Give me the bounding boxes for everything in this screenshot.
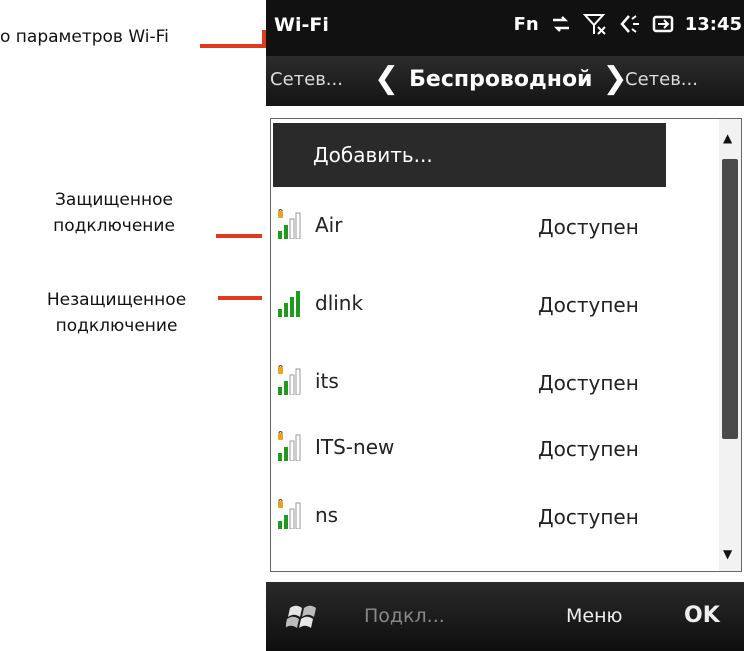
annotation-open-line1: Незащищенное xyxy=(46,290,187,310)
secure-signal-icon xyxy=(278,365,301,395)
nav-next-tab[interactable]: Сетев... xyxy=(625,69,698,90)
scroll-up-arrow-icon[interactable]: ▲ xyxy=(723,131,732,145)
network-row[interactable]: Air Доступен xyxy=(277,207,697,247)
softkey-bar: Подкл... Меню OK xyxy=(266,582,744,651)
status-icons: Fn 13:45 xyxy=(514,12,742,36)
annotation-open-line2: подключение xyxy=(55,316,178,336)
battery-charging-icon[interactable] xyxy=(651,12,675,36)
list-scrollbar[interactable]: ▲ ▼ xyxy=(719,119,741,571)
nav-current-label: Беспроводной xyxy=(409,66,593,92)
chevron-right-icon[interactable]: ❯ xyxy=(602,64,627,94)
network-name: ns xyxy=(315,503,339,527)
network-row[interactable]: its Доступен xyxy=(277,363,697,403)
annotation-open: Незащищенное подключение xyxy=(24,287,209,339)
annotation-pointer-open xyxy=(218,296,262,300)
annotation-pointer-secure xyxy=(216,234,262,238)
nav-prev-tab[interactable]: Сетев... xyxy=(270,69,343,90)
no-signal-icon[interactable] xyxy=(582,12,607,36)
network-row[interactable]: dlink Доступен xyxy=(277,285,697,325)
secure-signal-icon xyxy=(278,499,301,529)
network-list: Добавить... Air Доступен dlink Доступен xyxy=(270,118,742,572)
annotation-secure-line2: подключение xyxy=(53,216,175,236)
ok-button[interactable]: OK xyxy=(684,603,720,628)
scroll-thumb[interactable] xyxy=(722,159,738,439)
network-name: its xyxy=(315,369,339,393)
annotation-secure: Защищенное подключение xyxy=(34,187,194,239)
network-status: Доступен xyxy=(538,215,639,239)
network-row[interactable]: ITS-new Доступен xyxy=(277,429,697,469)
secure-signal-icon xyxy=(278,431,301,461)
status-title: Wi-Fi xyxy=(274,14,329,36)
network-status: Доступен xyxy=(538,505,639,529)
network-name: Air xyxy=(315,213,343,237)
chevron-left-icon[interactable]: ❮ xyxy=(374,64,399,94)
connect-softkey[interactable]: Подкл... xyxy=(364,605,445,627)
volume-icon[interactable] xyxy=(617,12,641,36)
device-screen: Wi-Fi Fn 13:45 Сетев... ❮ Беспроводной ❯… xyxy=(266,0,744,651)
open-signal-icon xyxy=(278,291,300,317)
network-status: Доступен xyxy=(538,293,639,317)
network-name: ITS-new xyxy=(315,435,395,459)
windows-start-icon[interactable] xyxy=(286,602,326,634)
scroll-down-arrow-icon[interactable]: ▼ xyxy=(723,547,732,561)
secure-signal-icon xyxy=(278,209,301,239)
add-network-button[interactable]: Добавить... xyxy=(273,123,666,187)
network-status: Доступен xyxy=(538,371,639,395)
section-nav: Сетев... ❮ Беспроводной ❯ Сетев... xyxy=(266,56,744,106)
status-bar: Wi-Fi Fn 13:45 xyxy=(266,0,744,56)
menu-softkey[interactable]: Меню xyxy=(566,605,623,627)
network-status: Доступен xyxy=(538,437,639,461)
annotation-secure-line1: Защищенное xyxy=(55,190,173,210)
network-row[interactable]: ns Доступен xyxy=(277,497,697,537)
nav-current-tab: ❮ Беспроводной ❯ xyxy=(374,64,628,94)
data-sync-icon[interactable] xyxy=(549,12,573,36)
fn-indicator: Fn xyxy=(513,13,539,35)
annotation-pointer-top xyxy=(200,44,262,48)
network-name: dlink xyxy=(315,291,364,315)
clock: 13:45 xyxy=(684,13,742,35)
